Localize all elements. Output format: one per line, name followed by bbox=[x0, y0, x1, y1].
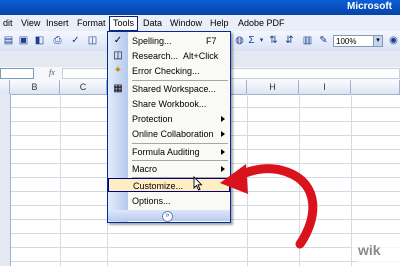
menu-item-research[interactable]: ◫ Research... Alt+Click bbox=[108, 49, 230, 63]
gridline bbox=[351, 94, 352, 266]
column-header-b[interactable]: B bbox=[10, 80, 60, 94]
window-title: Microsoft bbox=[347, 1, 392, 12]
row-headers bbox=[0, 94, 11, 266]
title-bar: Microsoft bbox=[0, 0, 400, 15]
permission-icon[interactable]: ◧ bbox=[34, 35, 45, 46]
menu-adobe-pdf[interactable]: Adobe PDF bbox=[235, 17, 288, 29]
menu-item-protection[interactable]: Protection bbox=[108, 112, 230, 126]
gridline bbox=[247, 94, 248, 266]
insert-function-icon[interactable]: fx bbox=[49, 68, 55, 77]
gridline bbox=[299, 94, 300, 266]
print-icon[interactable]: ⎙ bbox=[52, 35, 63, 46]
menu-item-options[interactable]: Options... bbox=[108, 194, 230, 208]
menu-insert[interactable]: Insert bbox=[43, 17, 72, 29]
spelling-icon: ✓ bbox=[113, 35, 123, 46]
open-icon[interactable]: ▤ bbox=[3, 35, 14, 46]
menu-item-label: Formula Auditing bbox=[132, 147, 200, 157]
tools-menu: ✓ Spelling... F7 ◫ Research... Alt+Click… bbox=[107, 31, 231, 223]
column-header-j[interactable] bbox=[351, 80, 400, 94]
submenu-arrow-icon bbox=[221, 131, 225, 137]
column-header-d[interactable] bbox=[229, 80, 247, 94]
watermark-text: wik bbox=[358, 242, 381, 258]
menu-help[interactable]: Help bbox=[207, 17, 232, 29]
gridline bbox=[60, 94, 61, 266]
research-icon: ◫ bbox=[113, 50, 123, 61]
column-header-h[interactable]: H bbox=[247, 80, 299, 94]
zoom-dropdown-icon[interactable]: ▾ bbox=[373, 35, 383, 47]
menu-item-label: Share Workbook... bbox=[132, 99, 207, 109]
menu-expand-button[interactable]: » bbox=[108, 210, 230, 222]
menu-item-shortcut: F7 bbox=[206, 36, 217, 46]
menu-edit[interactable]: dit bbox=[0, 17, 16, 29]
menu-item-share-workbook[interactable]: Share Workbook... bbox=[108, 97, 230, 111]
column-header-i[interactable]: I bbox=[299, 80, 351, 94]
save-icon[interactable]: ▣ bbox=[18, 35, 29, 46]
menu-view[interactable]: View bbox=[18, 17, 43, 29]
menu-separator bbox=[132, 143, 228, 144]
menu-item-shared-workspace[interactable]: ▦ Shared Workspace... bbox=[108, 82, 230, 96]
menu-item-label: Spelling... bbox=[132, 36, 172, 46]
submenu-arrow-icon bbox=[221, 116, 225, 122]
menu-window[interactable]: Window bbox=[167, 17, 205, 29]
research-icon[interactable]: ◫ bbox=[87, 35, 98, 46]
sort-descending-icon[interactable]: ⇵ bbox=[284, 35, 295, 46]
drawing-icon[interactable]: ✎ bbox=[318, 35, 329, 46]
menu-item-label: Error Checking... bbox=[132, 66, 200, 76]
shared-workspace-icon: ▦ bbox=[113, 83, 123, 94]
menu-item-label: Macro bbox=[132, 164, 158, 174]
submenu-arrow-icon bbox=[221, 149, 225, 155]
menu-data[interactable]: Data bbox=[140, 17, 165, 29]
menu-item-spelling[interactable]: ✓ Spelling... F7 bbox=[108, 34, 230, 48]
menu-separator bbox=[132, 160, 228, 161]
menu-separator bbox=[132, 80, 228, 81]
menu-item-label: Options... bbox=[132, 196, 171, 206]
menu-item-shortcut: Alt+Click bbox=[183, 51, 219, 61]
autosum-dropdown-icon[interactable]: ▾ bbox=[256, 35, 267, 46]
menu-item-label: Online Collaboration bbox=[132, 129, 214, 139]
menu-item-label: Customize... bbox=[133, 181, 184, 191]
help-icon[interactable]: ◉ bbox=[388, 35, 399, 46]
menu-tools[interactable]: Tools bbox=[109, 16, 139, 31]
menu-item-error-checking[interactable]: ✦ Error Checking... bbox=[108, 64, 230, 78]
name-box[interactable] bbox=[0, 68, 34, 79]
menu-item-online-collaboration[interactable]: Online Collaboration bbox=[108, 127, 230, 141]
spelling-icon[interactable]: ✓ bbox=[70, 35, 81, 46]
menu-item-label: Research... bbox=[132, 51, 179, 61]
double-chevron-down-icon: » bbox=[162, 211, 173, 222]
sort-ascending-icon[interactable]: ⇅ bbox=[268, 35, 279, 46]
column-header-c[interactable]: C bbox=[60, 80, 107, 94]
menu-item-label: Protection bbox=[132, 114, 173, 124]
menu-item-formula-auditing[interactable]: Formula Auditing bbox=[108, 145, 230, 159]
chart-wizard-icon[interactable]: ▥ bbox=[302, 35, 313, 46]
menu-item-customize[interactable]: Customize... bbox=[108, 178, 230, 192]
zoom-select[interactable]: 100% bbox=[333, 35, 375, 47]
menu-format[interactable]: Format bbox=[74, 17, 109, 29]
select-all-corner[interactable] bbox=[0, 80, 10, 94]
hyperlink-icon[interactable]: ◍ bbox=[234, 35, 245, 46]
menu-item-label: Shared Workspace... bbox=[132, 84, 216, 94]
mouse-pointer-icon bbox=[193, 176, 203, 191]
menu-bar: dit View Insert Format Tools Data Window… bbox=[0, 15, 400, 32]
watermark: wik bbox=[352, 240, 400, 262]
error-checking-icon: ✦ bbox=[113, 65, 123, 76]
submenu-arrow-icon bbox=[221, 166, 225, 172]
menu-item-macro[interactable]: Macro bbox=[108, 162, 230, 176]
